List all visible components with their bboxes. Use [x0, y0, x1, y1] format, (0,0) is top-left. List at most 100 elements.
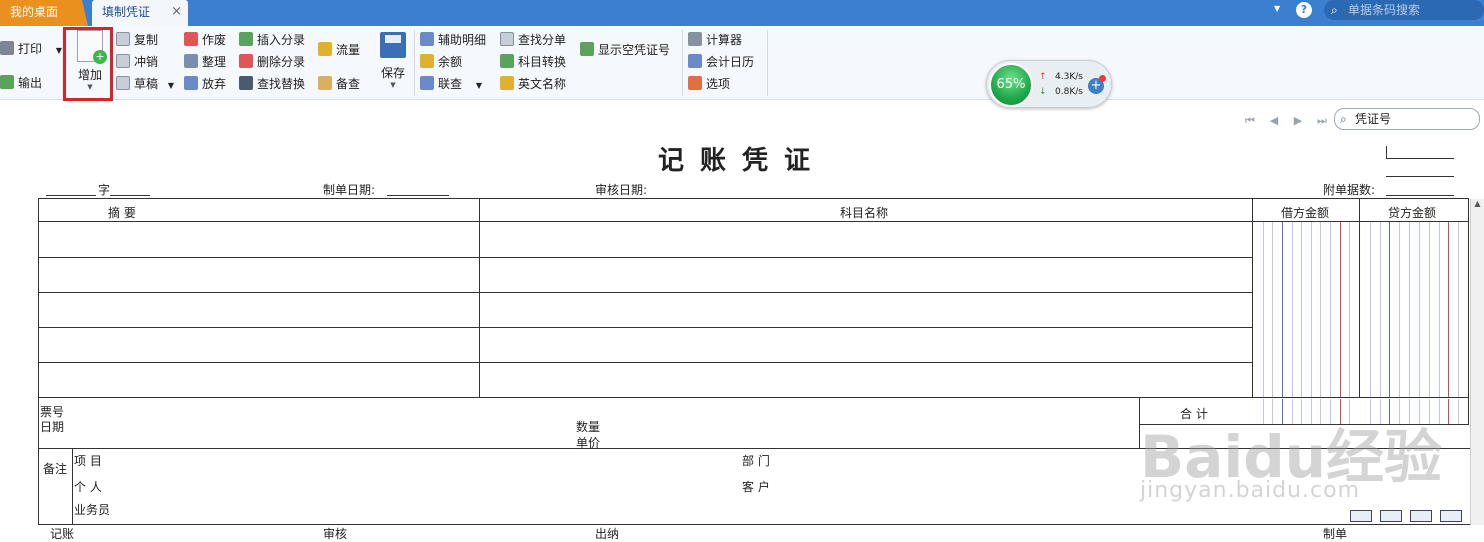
col-summary-header: 摘 要	[108, 206, 136, 220]
quantity-label: 数量	[576, 420, 601, 434]
vertical-scrollbar[interactable]: ▲	[1470, 199, 1484, 525]
close-icon[interactable]: ×	[171, 0, 182, 24]
options-label: 选项	[706, 77, 731, 91]
voucher-no-field[interactable]	[110, 195, 150, 196]
search-placeholder: 单据条码搜索	[1348, 3, 1421, 17]
tab-voucher-entry[interactable]: 填制凭证 ×	[92, 0, 188, 26]
corner-mark	[1386, 176, 1454, 177]
amount-digit-line	[1320, 222, 1321, 397]
aux-detail-button[interactable]: 辅助明细	[420, 30, 486, 50]
reverse-button[interactable]: 冲销	[116, 52, 158, 72]
person-label: 个 人	[74, 480, 102, 494]
attachments-label: 附单据数:	[1323, 183, 1376, 197]
attachments-field[interactable]	[1386, 195, 1454, 196]
remark-label: 备注	[43, 462, 68, 476]
watermark-url: jingyan.baidu.com	[1140, 478, 1361, 503]
search-icon: ⌕	[1340, 112, 1347, 126]
voucher-no-search[interactable]: ⌕ 凭证号	[1334, 108, 1480, 130]
last-record-icon[interactable]: ⏭	[1314, 113, 1330, 129]
backup-check-button[interactable]: 备查	[318, 74, 360, 94]
draft-icon	[116, 76, 130, 90]
help-icon[interactable]: ?	[1296, 2, 1312, 18]
balance-button[interactable]: 余额	[420, 52, 462, 72]
debit-amount-grid[interactable]	[1253, 222, 1359, 397]
options-button[interactable]: 选项	[688, 74, 730, 94]
table-row-line	[38, 257, 1253, 258]
arrange-button[interactable]: 整理	[184, 52, 226, 72]
print-button[interactable]: 打印 ▼	[0, 39, 62, 59]
save-button[interactable]: 保存 ▼	[374, 32, 412, 89]
amount-digit-line	[1340, 222, 1341, 397]
amount-digit-line	[1263, 222, 1264, 397]
linked-query-button[interactable]: 联查 ▼	[420, 74, 482, 94]
amount-digit-line	[1380, 222, 1381, 397]
tab-label: 填制凭证	[102, 5, 151, 19]
amount-digit-line	[1301, 222, 1302, 397]
project-label: 项 目	[74, 454, 102, 468]
dropdown-icon[interactable]: ▼	[1274, 4, 1280, 13]
next-record-icon[interactable]: ▶	[1290, 113, 1306, 129]
cashier-label: 出纳	[595, 527, 620, 541]
first-record-icon[interactable]: ⏮	[1242, 113, 1258, 129]
subject-convert-button[interactable]: 科目转换	[500, 52, 566, 72]
amount-digit-line	[1311, 222, 1312, 397]
aux-detail-label: 辅助明细	[438, 33, 487, 47]
copy-button[interactable]: 复制	[116, 30, 158, 50]
delete-entry-button[interactable]: 删除分录	[239, 52, 305, 72]
draft-button[interactable]: 草稿 ▼	[116, 74, 174, 94]
arrange-label: 整理	[202, 55, 227, 69]
create-date-field[interactable]	[387, 195, 449, 196]
image-icon[interactable]	[1380, 510, 1402, 522]
credit-amount-grid[interactable]	[1360, 222, 1468, 397]
flow-button[interactable]: 流量	[318, 40, 360, 60]
note-icon[interactable]	[1350, 510, 1372, 522]
table-border	[1468, 397, 1469, 425]
english-name-button[interactable]: 英文名称	[500, 74, 566, 94]
table-row-line	[38, 362, 1253, 363]
arrow-up-icon: ↑	[1039, 72, 1047, 82]
show-empty-voucher-no-button[interactable]: 显示空凭证号	[580, 40, 670, 60]
network-speed-widget[interactable]: 65% ↑ 4.3K/s ↓ 0.8K/s +	[986, 60, 1112, 108]
reverse-icon	[116, 54, 130, 68]
find-replace-button[interactable]: 查找替换	[239, 74, 305, 94]
scroll-up-icon[interactable]: ▲	[1471, 199, 1484, 208]
export-button[interactable]: 输出	[0, 73, 42, 93]
find-entry-button[interactable]: 查找分单	[500, 30, 566, 50]
calculator-button[interactable]: 计算器	[688, 30, 742, 50]
discard-label: 放弃	[202, 77, 227, 91]
amount-digit-line	[1272, 222, 1273, 397]
table-border	[38, 198, 39, 525]
find-replace-label: 查找替换	[257, 77, 306, 91]
delete-entry-label: 删除分录	[257, 55, 306, 69]
amount-digit-line	[1409, 222, 1410, 397]
amount-digit-line	[1399, 222, 1400, 397]
amount-digit-line	[1448, 222, 1449, 397]
amount-digit-line	[1458, 399, 1459, 424]
voucher-type-field[interactable]	[46, 195, 96, 196]
void-button[interactable]: 作废	[184, 30, 226, 50]
amount-digit-line	[1429, 222, 1430, 397]
salesperson-label: 业务员	[74, 503, 111, 517]
unit-price-label: 单价	[576, 436, 601, 450]
copy-icon	[116, 32, 130, 46]
show-empty-icon	[580, 42, 594, 56]
prev-record-icon[interactable]: ◀	[1266, 113, 1282, 129]
add-button-highlight	[63, 27, 113, 101]
barcode-search-input[interactable]: ⌕ 单据条码搜索	[1324, 0, 1484, 20]
amount-digit-line	[1419, 222, 1420, 397]
subject-convert-label: 科目转换	[518, 55, 567, 69]
col-debit-header: 借方金额	[1281, 206, 1330, 220]
create-date-label: 制单日期:	[323, 183, 376, 197]
attach-icon[interactable]	[1410, 510, 1432, 522]
tab-my-desktop[interactable]: 我的桌面	[0, 0, 88, 26]
chevron-down-icon: ▼	[55, 46, 62, 55]
calendar-button[interactable]: 会计日历	[688, 52, 754, 72]
flow-icon	[318, 42, 332, 56]
collapse-icon[interactable]	[1440, 510, 1462, 522]
calculator-label: 计算器	[706, 33, 743, 47]
insert-entry-button[interactable]: 插入分录	[239, 30, 305, 50]
department-label: 部 门	[742, 454, 770, 468]
table-border	[38, 397, 1469, 398]
discard-button[interactable]: 放弃	[184, 74, 226, 94]
options-icon	[688, 76, 702, 90]
